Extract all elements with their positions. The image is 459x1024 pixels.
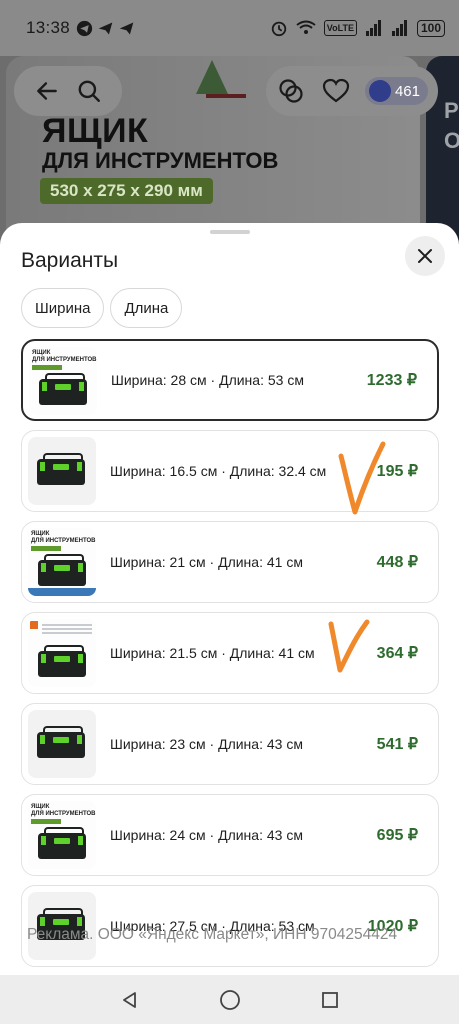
variant-card[interactable]: ЯЩИК ДЛЯ ИНСТРУМЕНТОВ Ширина: 24 см · Дл… <box>21 794 439 876</box>
status-right: VoLTE 100 <box>270 19 445 37</box>
variant-thumbnail: ЯЩИК ДЛЯ ИНСТРУМЕНТОВ <box>29 347 97 415</box>
toolbox-image <box>39 373 87 405</box>
cashback-badge[interactable]: 461 <box>364 77 428 105</box>
triangle-back-icon <box>122 991 136 1008</box>
square-recents-icon <box>321 991 338 1008</box>
alarm-icon <box>271 21 286 37</box>
back-button[interactable] <box>30 74 64 108</box>
filter-chip-length[interactable]: Длина <box>110 288 183 328</box>
close-icon <box>418 249 432 263</box>
variant-thumbnail <box>28 619 96 687</box>
thumbnail-tag <box>30 621 38 629</box>
variant-card[interactable]: Ширина: 21.5 см · Длина: 41 см 364 ₽ <box>21 612 439 694</box>
heart-icon <box>322 78 349 103</box>
thumbnail-poster-text: ЯЩИК ДЛЯ ИНСТРУМЕНТОВ <box>31 531 96 544</box>
send-icon-2 <box>119 22 134 34</box>
thumbnail-poster-text: ЯЩИК ДЛЯ ИНСТРУМЕНТОВ <box>32 350 97 363</box>
thumbnail-badge <box>32 365 62 370</box>
telegram-icon <box>76 20 93 36</box>
toolbox-image <box>37 453 85 485</box>
variant-spec: Ширина: 21.5 см · Длина: 41 см <box>110 645 315 661</box>
variant-thumbnail: ЯЩИК ДЛЯ ИНСТРУМЕНТОВ <box>28 528 96 596</box>
thumbnail-stripe <box>28 588 96 596</box>
battery-indicator: 100 <box>416 19 445 37</box>
brand-tree-logo <box>196 60 228 94</box>
sheet-drag-handle[interactable] <box>210 230 250 234</box>
favorite-button[interactable] <box>320 74 350 108</box>
variant-price: 695 ₽ <box>376 827 418 844</box>
variant-thumbnail: ЯЩИК ДЛЯ ИНСТРУМЕНТОВ <box>28 801 96 869</box>
system-nav-bar <box>0 975 459 1024</box>
plus-coin-icon <box>368 80 391 102</box>
variant-spec: Ширина: 23 см · Длина: 43 см <box>110 736 303 752</box>
variant-price: 364 ₽ <box>376 645 418 662</box>
variants-sheet: Варианты Ширина Длина ЯЩИК ДЛЯ ИНСТРУМЕН… <box>0 223 459 975</box>
variant-price: 541 ₽ <box>376 736 418 753</box>
notification-icons <box>76 20 135 37</box>
search-button[interactable] <box>72 74 106 108</box>
variant-spec: Ширина: 24 см · Длина: 43 см <box>110 827 303 843</box>
variant-price: 195 ₽ <box>376 463 418 480</box>
close-button[interactable] <box>405 236 445 276</box>
volte-badge: VoLTE <box>323 20 357 36</box>
toolbox-image <box>38 827 86 859</box>
filter-chip-width[interactable]: Ширина <box>21 288 105 328</box>
ad-disclaimer: Реклама. ООО «Яндекс Маркет», ИНН 970425… <box>27 926 398 943</box>
variant-card[interactable]: Ширина: 23 см · Длина: 43 см 541 ₽ <box>21 703 439 785</box>
variants-list: ЯЩИК ДЛЯ ИНСТРУМЕНТОВ Ширина: 28 см · Дл… <box>21 339 439 975</box>
nav-back-button[interactable] <box>118 988 142 1012</box>
variant-price: 1233 ₽ <box>366 372 417 389</box>
banner-subtitle: ДЛЯ ИНСТРУМЕНТОВ <box>42 148 279 173</box>
signal-icon <box>365 20 381 36</box>
search-icon <box>78 80 100 102</box>
filter-chips: Ширина Длина <box>21 288 183 328</box>
wifi-icon <box>296 20 316 34</box>
status-time: 13:38 <box>26 18 71 37</box>
status-bar: 13:38 VoLTE 100 <box>0 0 459 56</box>
cashback-value: 461 <box>394 82 420 100</box>
toolbox-image <box>38 645 86 677</box>
next-image-text: Pr O <box>444 98 459 153</box>
variant-spec: Ширина: 28 см · Длина: 53 см <box>111 372 304 388</box>
variant-card[interactable]: ЯЩИК ДЛЯ ИНСТРУМЕНТОВ Ширина: 21 см · Дл… <box>21 521 439 603</box>
compare-button[interactable] <box>276 74 306 108</box>
thumbnail-lines <box>42 624 92 634</box>
circle-home-icon <box>219 989 240 1010</box>
thumbnail-badge <box>31 546 61 551</box>
variant-thumbnail <box>28 437 96 505</box>
toolbox-image <box>37 726 85 758</box>
variant-card[interactable]: ЯЩИК ДЛЯ ИНСТРУМЕНТОВ Ширина: 28 см · Дл… <box>21 339 439 421</box>
compare-icon <box>279 79 303 103</box>
sheet-title: Варианты <box>21 249 119 272</box>
top-left-actions <box>14 66 122 116</box>
signal-icon-2 <box>391 20 407 36</box>
variant-card[interactable]: Ширина: 16.5 см · Длина: 32.4 см 195 ₽ <box>21 430 439 512</box>
variant-thumbnail <box>28 710 96 778</box>
arrow-left-icon <box>37 82 57 100</box>
thumbnail-poster-text: ЯЩИК ДЛЯ ИНСТРУМЕНТОВ <box>31 804 96 817</box>
banner-title: ЯЩИК <box>42 112 149 150</box>
banner-dimensions: 530 x 275 x 290 мм <box>40 178 213 204</box>
send-icon <box>98 22 113 34</box>
top-right-actions: 461 <box>266 66 438 116</box>
brand-logo-stripe <box>206 94 246 98</box>
variant-price: 448 ₽ <box>376 554 418 571</box>
variant-spec: Ширина: 21 см · Длина: 41 см <box>110 554 303 570</box>
toolbox-image <box>38 554 86 586</box>
thumbnail-badge <box>31 819 61 824</box>
nav-recents-button[interactable] <box>318 988 342 1012</box>
variant-spec: Ширина: 16.5 см · Длина: 32.4 см <box>110 463 327 479</box>
nav-home-button[interactable] <box>218 988 242 1012</box>
